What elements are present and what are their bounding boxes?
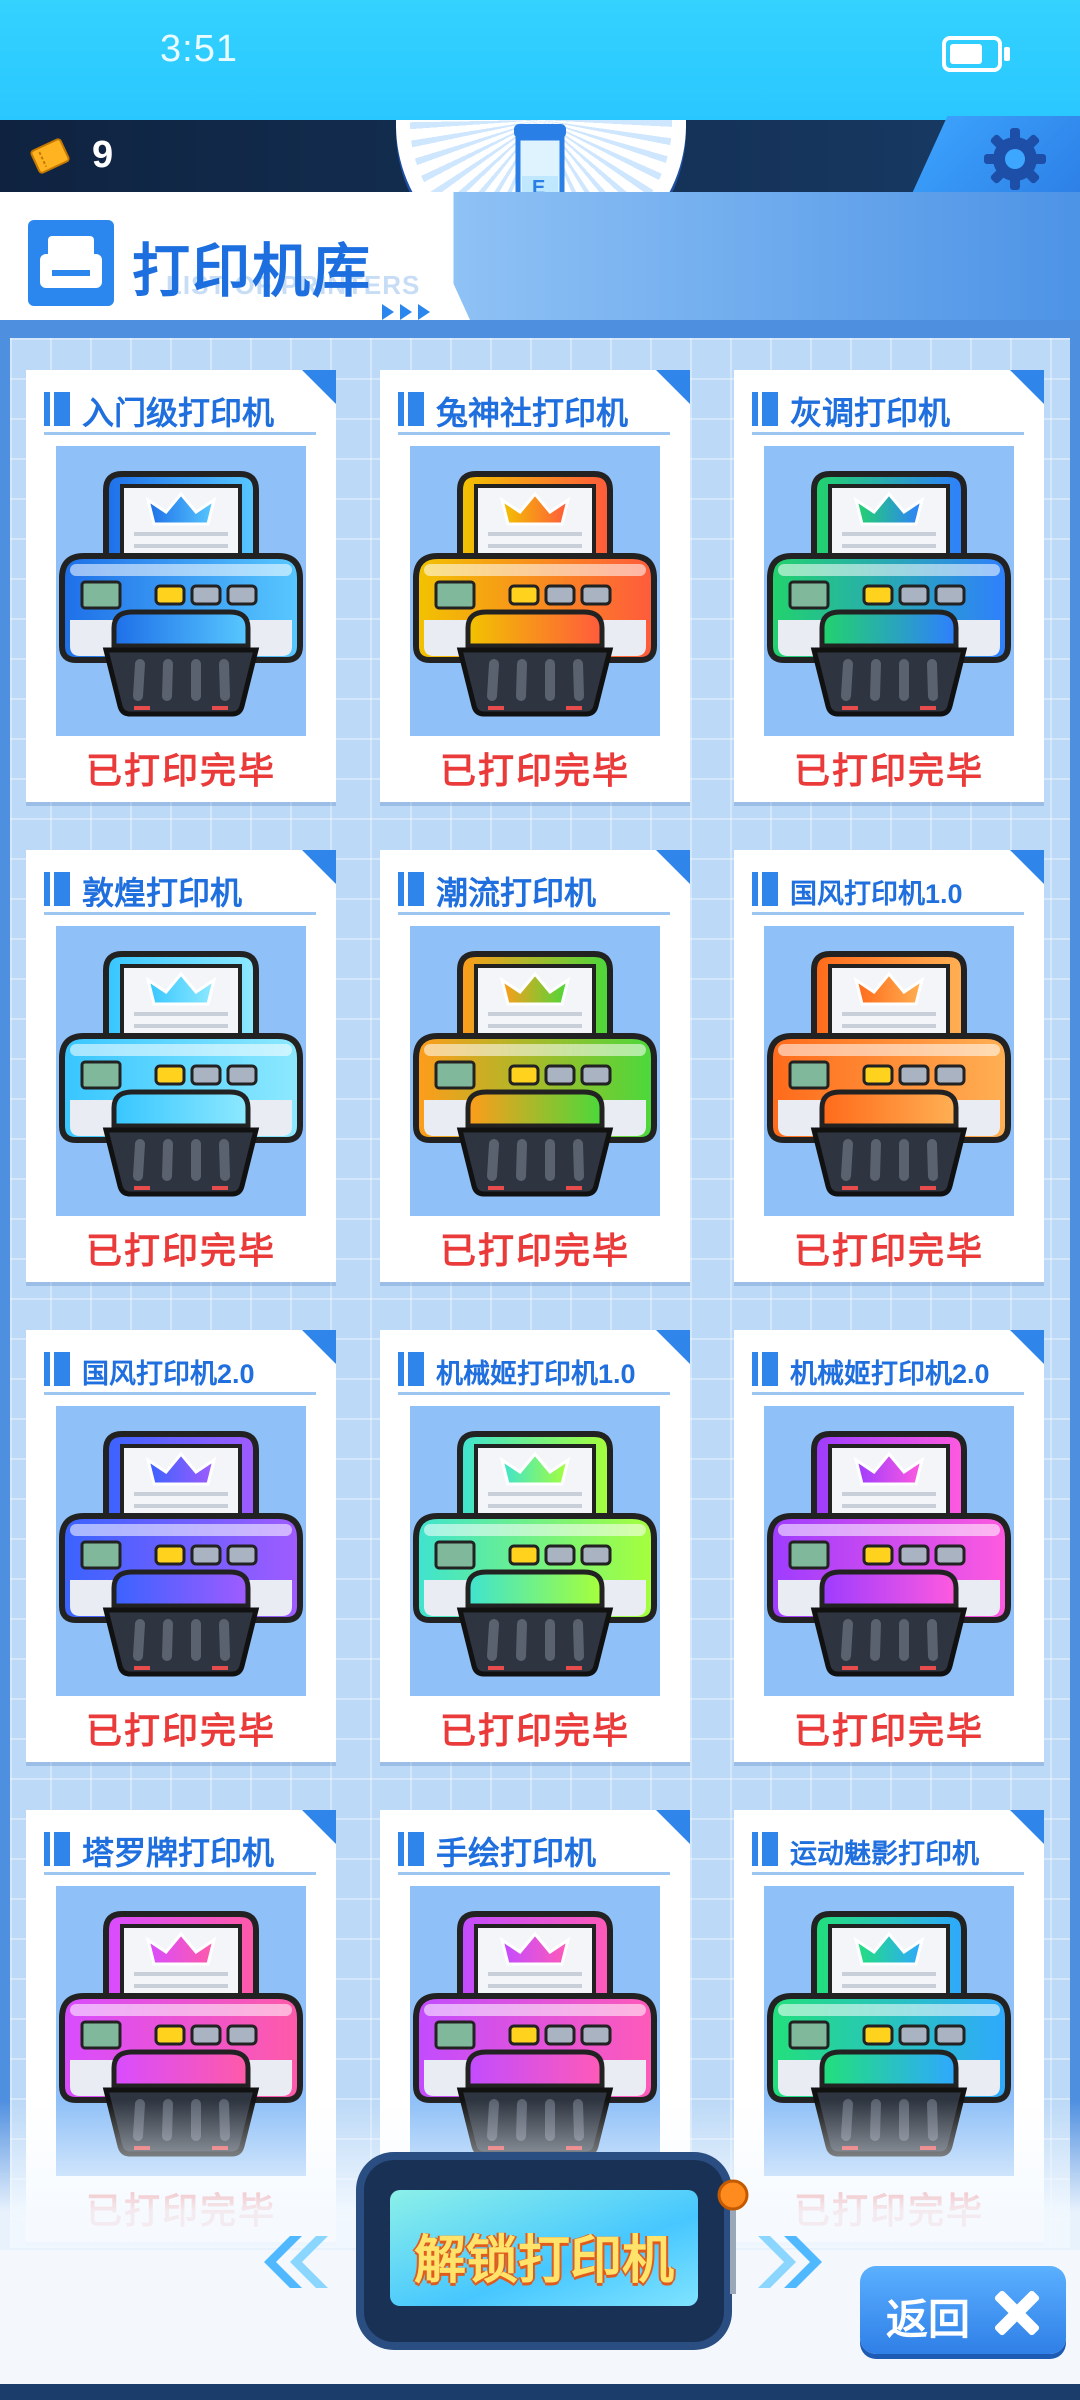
- printer-icon: [767, 1431, 1011, 1677]
- printer-name: 运动魅影打印机: [790, 1839, 979, 1869]
- name-underline: [398, 912, 670, 915]
- printer-status: 已打印完毕: [439, 750, 630, 791]
- printer-icon: [413, 951, 657, 1197]
- card-corner: [302, 1810, 336, 1844]
- chevron-left-icon: [264, 2236, 328, 2288]
- printer-logo-icon: [28, 220, 114, 306]
- status-time: 3:51: [160, 28, 238, 70]
- printer-icon: [413, 471, 657, 717]
- label-bars-icon: [398, 392, 428, 426]
- name-underline: [752, 1392, 1024, 1395]
- printer-icon: [767, 951, 1011, 1197]
- label-bars-icon: [398, 1352, 428, 1386]
- printer-name: 国风打印机1.0: [790, 879, 963, 909]
- bottom-edge: [0, 2384, 1080, 2400]
- card-corner: [656, 850, 690, 884]
- printer-status: 已打印完毕: [439, 1710, 630, 1751]
- printer-name: 机械姬打印机1.0: [436, 1359, 636, 1389]
- printer-status: 已打印完毕: [85, 750, 276, 791]
- lever-icon: [717, 2179, 749, 2294]
- printer-library: 入门级打印机 已打印完毕 兔神社打印机 已打印完毕 灰调打印机 已打印完毕 敦煌…: [10, 338, 1070, 2248]
- printer-card[interactable]: 灰调打印机 已打印完毕: [734, 370, 1044, 802]
- printer-status: 已打印完毕: [793, 1710, 984, 1751]
- ticket-count: 9: [92, 134, 114, 176]
- status-bar: 3:51: [0, 0, 1080, 120]
- label-bars-icon: [752, 1352, 782, 1386]
- card-corner: [1010, 1810, 1044, 1844]
- printer-name: 灰调打印机: [790, 395, 951, 431]
- printer-status: 已打印完毕: [439, 1230, 630, 1271]
- back-label[interactable]: 返回: [886, 2286, 970, 2347]
- printer-card[interactable]: 入门级打印机 已打印完毕: [26, 370, 336, 802]
- printer-name: 塔罗牌打印机: [82, 1835, 275, 1871]
- name-underline: [398, 1872, 670, 1875]
- label-bars-icon: [752, 872, 782, 906]
- printer-card[interactable]: 潮流打印机 已打印完毕: [380, 850, 690, 1282]
- ticket-icon: [30, 138, 70, 174]
- name-underline: [44, 912, 316, 915]
- name-underline: [44, 432, 316, 435]
- printer-icon: [59, 1431, 303, 1677]
- printer-status: 已打印完毕: [85, 1710, 276, 1751]
- label-bars-icon: [752, 392, 782, 426]
- printer-name: 手绘打印机: [436, 1835, 597, 1871]
- printer-name: 兔神社打印机: [436, 395, 629, 431]
- chevron-right-icon: [758, 2236, 822, 2288]
- printer-card[interactable]: 机械姬打印机2.0 已打印完毕: [734, 1330, 1044, 1762]
- printer-card[interactable]: 国风打印机2.0 已打印完毕: [26, 1330, 336, 1762]
- name-underline: [398, 1392, 670, 1395]
- card-corner: [1010, 370, 1044, 404]
- printer-card[interactable]: 国风打印机1.0 已打印完毕: [734, 850, 1044, 1282]
- card-corner: [1010, 850, 1044, 884]
- battery-icon: [942, 36, 1010, 72]
- label-bars-icon: [398, 872, 428, 906]
- printer-icon: [413, 1431, 657, 1677]
- card-corner: [302, 1330, 336, 1364]
- printer-name: 潮流打印机: [436, 875, 597, 911]
- card-corner: [302, 370, 336, 404]
- card-corner: [656, 1330, 690, 1364]
- card-corner: [302, 850, 336, 884]
- name-underline: [44, 1872, 316, 1875]
- printer-status: 已打印完毕: [85, 1230, 276, 1271]
- printer-icon: [767, 471, 1011, 717]
- label-bars-icon: [44, 872, 74, 906]
- printer-name: 敦煌打印机: [82, 875, 243, 911]
- page-title: 打印机库: [132, 239, 373, 304]
- printer-status: 已打印完毕: [793, 750, 984, 791]
- card-corner: [656, 1810, 690, 1844]
- close-x-icon[interactable]: [984, 2280, 1050, 2346]
- name-underline: [752, 1872, 1024, 1875]
- gear-icon[interactable]: [978, 122, 1052, 196]
- label-bars-icon: [398, 1832, 428, 1866]
- name-underline: [752, 432, 1024, 435]
- label-bars-icon: [44, 1832, 74, 1866]
- printer-name: 国风打印机2.0: [82, 1359, 255, 1389]
- name-underline: [752, 912, 1024, 915]
- name-underline: [398, 432, 670, 435]
- card-corner: [1010, 1330, 1044, 1364]
- printer-icon: [59, 471, 303, 717]
- card-corner: [656, 370, 690, 404]
- printer-card[interactable]: 兔神社打印机 已打印完毕: [380, 370, 690, 802]
- unlock-printer-label[interactable]: 解锁打印机: [364, 2218, 724, 2293]
- printer-icon: [59, 951, 303, 1197]
- name-underline: [44, 1392, 316, 1395]
- printer-card[interactable]: 机械姬打印机1.0 已打印完毕: [380, 1330, 690, 1762]
- label-bars-icon: [44, 392, 74, 426]
- printer-name: 机械姬打印机2.0: [790, 1359, 990, 1389]
- printer-name: 入门级打印机: [82, 395, 275, 431]
- label-bars-icon: [752, 1832, 782, 1866]
- arrows-icon: [382, 304, 430, 320]
- printer-status: 已打印完毕: [793, 1230, 984, 1271]
- printer-card[interactable]: 敦煌打印机 已打印完毕: [26, 850, 336, 1282]
- label-bars-icon: [44, 1352, 74, 1386]
